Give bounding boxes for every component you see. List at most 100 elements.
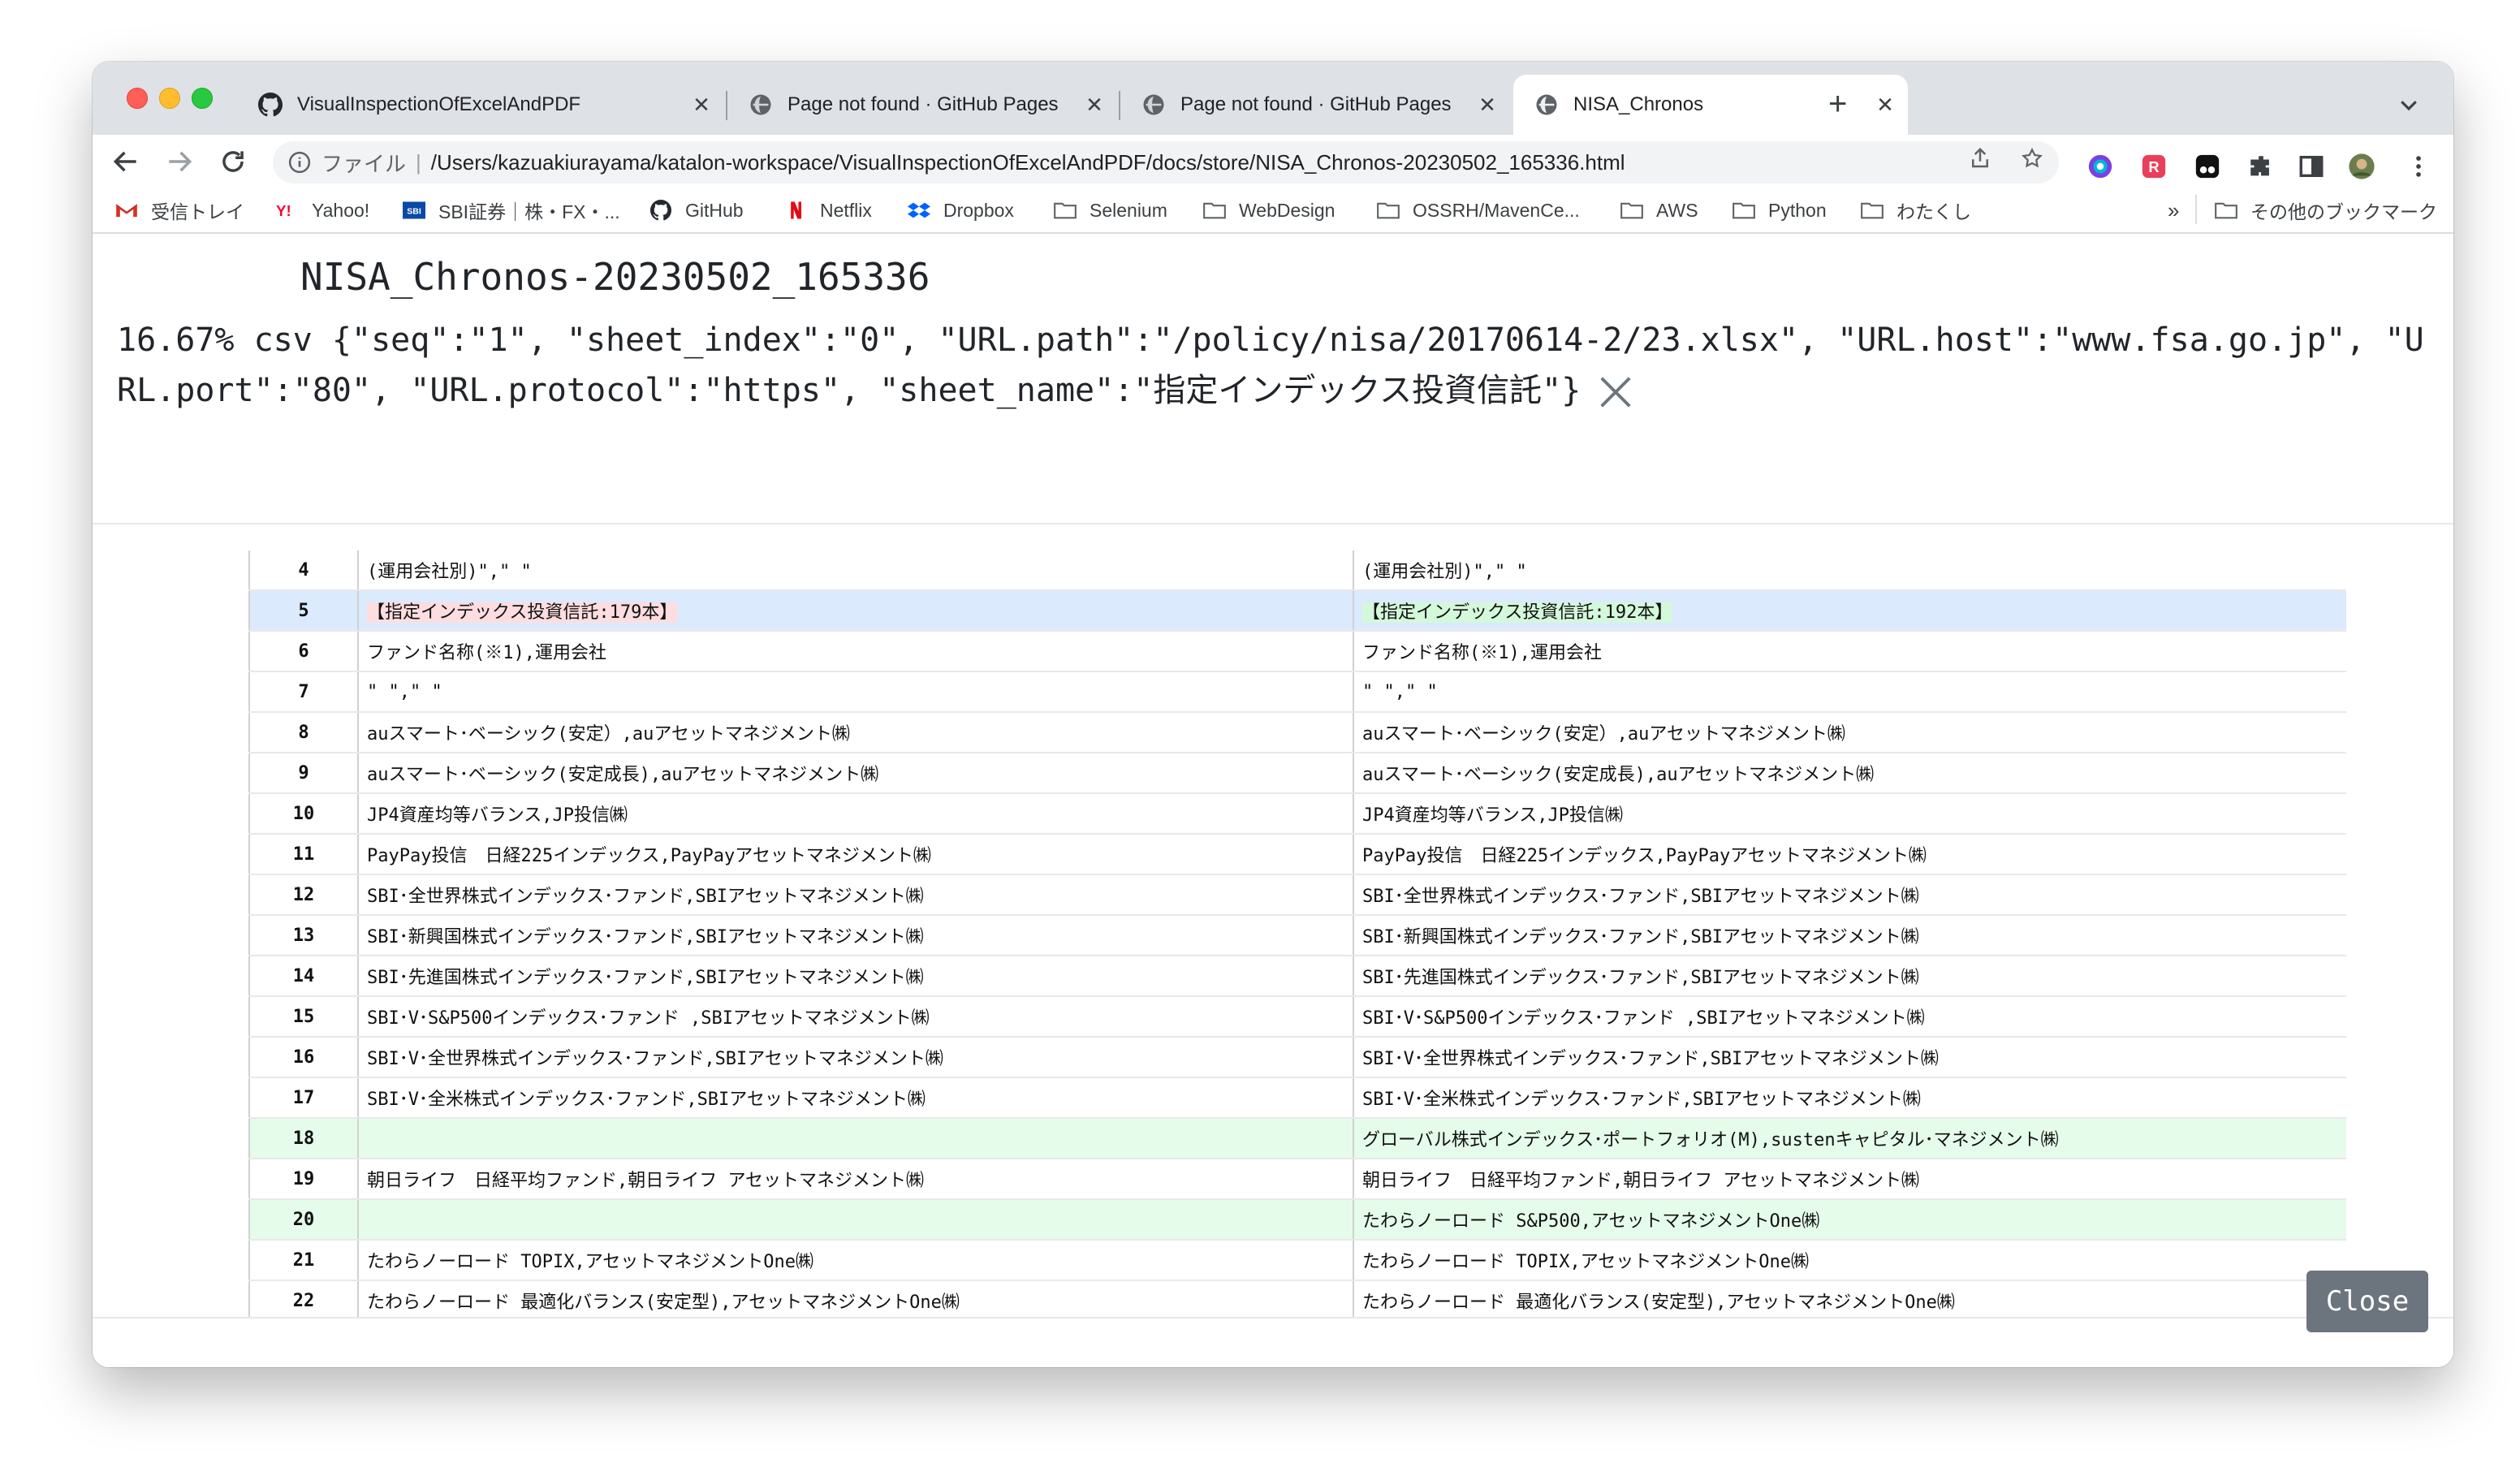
tab-close-icon[interactable]: ✕ — [1473, 93, 1502, 118]
minimize-window-button[interactable] — [159, 88, 180, 109]
diff-row: 9 auスマート･ベーシック(安定成長),auアセットマネジメント㈱ auスマート･… — [248, 753, 2346, 794]
row-number: 22 — [248, 1280, 359, 1318]
row-number: 21 — [248, 1240, 359, 1281]
bookmark-yahoo[interactable]: Y! Yahoo! — [276, 196, 369, 224]
folder-icon — [1377, 202, 1400, 219]
left-cell-text: たわらノーロード 最適化バランス(安定型),アセットマネジメントOne㈱ — [367, 1293, 960, 1313]
reload-icon[interactable] — [218, 146, 248, 177]
more-menu-icon[interactable] — [2405, 153, 2432, 180]
profile-avatar[interactable] — [2348, 153, 2375, 180]
right-cell-text: たわらノーロード S&P500,アセットマネジメントOne㈱ — [1362, 1211, 1820, 1232]
forward-arrow-icon[interactable] — [164, 146, 195, 177]
chevron-down-icon[interactable] — [2397, 93, 2421, 117]
info-icon[interactable] — [287, 150, 312, 175]
globe-icon — [1143, 94, 1164, 115]
row-number: 20 — [248, 1199, 359, 1241]
tab-close-icon[interactable]: ✕ — [1871, 93, 1900, 118]
row-number: 15 — [248, 996, 359, 1038]
right-cell: SBI･新興国株式インデックス･ファンド,SBIアセットマネジメント㈱ — [1353, 915, 2346, 956]
extensions-puzzle-icon[interactable] — [2247, 153, 2275, 180]
address-bar[interactable]: ファイル | /Users/kazuakiurayama/katalon-wor… — [273, 141, 2059, 183]
right-cell-text: SBI･V･全米株式インデックス･ファンド,SBIアセットマネジメント㈱ — [1362, 1090, 1921, 1110]
tab-close-icon[interactable]: ✕ — [1080, 93, 1109, 118]
row-number: 8 — [248, 712, 359, 753]
right-cell: SBI･V･全米株式インデックス･ファンド,SBIアセットマネジメント㈱ — [1353, 1077, 2346, 1119]
row-number: 18 — [248, 1118, 359, 1159]
diff-row: 18 グローバル株式インデックス･ポートフォリオ(M),sustenキャピタル･マ… — [248, 1118, 2346, 1159]
color-picker-extension-icon[interactable] — [2086, 153, 2114, 180]
close-button[interactable]: Close — [2306, 1271, 2428, 1332]
diff-summary-text: 16.67% csv {"seq":"1", "sheet_index":"0"… — [117, 322, 2424, 409]
bookmarks-overflow-button[interactable]: » — [2168, 196, 2179, 224]
tampermonkey-icon[interactable] — [2194, 153, 2221, 180]
diff-row: 13 SBI･新興国株式インデックス･ファンド,SBIアセットマネジメント㈱ SBI… — [248, 915, 2346, 956]
tab-close-icon[interactable]: ✕ — [687, 93, 716, 118]
left-cell: SBI･V･S&P500インデックス･ファンド ,SBIアセットマネジメント㈱ — [358, 996, 1354, 1038]
bookmark-inbox[interactable]: 受信トレイ — [115, 196, 244, 224]
right-cell-text: 【指定インデックス投資信託:192本】 — [1362, 602, 1673, 623]
recorder-extension-icon[interactable]: R — [2140, 153, 2168, 180]
bookmark-folder-selenium[interactable]: Selenium — [1054, 196, 1167, 224]
diff-row: 17 SBI･V･全米株式インデックス･ファンド,SBIアセットマネジメント㈱ SB… — [248, 1077, 2346, 1119]
right-cell-text: たわらノーロード 最適化バランス(安定型),アセットマネジメントOne㈱ — [1362, 1293, 1955, 1313]
folder-icon — [1054, 202, 1077, 219]
netflix-icon — [791, 201, 801, 219]
row-number: 4 — [248, 550, 359, 591]
left-cell: ファンド名称(※1),運用会社 — [358, 631, 1354, 672]
left-cell — [358, 1199, 1354, 1241]
close-x-icon[interactable] — [1597, 373, 1634, 411]
left-cell-text: SBI･V･全米株式インデックス･ファンド,SBIアセットマネジメント㈱ — [367, 1090, 926, 1110]
bookmark-folder-watakushi[interactable]: わたくし — [1861, 196, 1971, 224]
row-number: 17 — [248, 1077, 359, 1119]
right-cell: グローバル株式インデックス･ポートフォリオ(M),sustenキャピタル･マネジ… — [1353, 1118, 2346, 1159]
left-cell-text: SBI･新興国株式インデックス･ファンド,SBIアセットマネジメント㈱ — [367, 927, 924, 947]
folder-icon — [1620, 202, 1643, 219]
bookmark-folder-python[interactable]: Python — [1732, 196, 1827, 224]
page-title: NISA_Chronos-20230502_165336 — [300, 255, 930, 299]
bookmark-sbi[interactable]: SBI SBI証券｜株・FX・... — [403, 196, 620, 224]
share-icon[interactable] — [1968, 146, 1992, 170]
url-separator: | — [416, 149, 421, 175]
left-cell: 【指定インデックス投資信託:179本】 — [358, 590, 1354, 632]
bookmark-label: その他のブックマーク — [2250, 201, 2437, 222]
tab-nisa-chronos[interactable]: NISA_Chronos ✕ — [1513, 75, 1908, 135]
bookmark-folder-webdesign[interactable]: WebDesign — [1203, 196, 1335, 224]
back-arrow-icon[interactable] — [110, 146, 141, 177]
right-cell-text: auスマート･ベーシック(安定）,auアセットマネジメント㈱ — [1362, 724, 1845, 744]
svg-text:R: R — [2148, 158, 2159, 175]
right-cell: (運用会社別)"," " — [1353, 550, 2346, 591]
left-cell-text: 朝日ライフ 日経平均ファンド,朝日ライフ アセットマネジメント㈱ — [367, 1171, 925, 1191]
left-cell: たわらノーロード 最適化バランス(安定型),アセットマネジメントOne㈱ — [358, 1280, 1354, 1318]
tab-visualinspection[interactable]: VisualInspectionOfExcelAndPDF ✕ — [237, 75, 724, 135]
new-tab-button[interactable]: + — [1828, 88, 1847, 120]
github-icon — [650, 200, 671, 221]
bookmark-github[interactable]: GitHub — [649, 196, 744, 224]
bookmark-label: わたくし — [1896, 201, 1971, 222]
bookmark-folder-aws[interactable]: AWS — [1620, 196, 1698, 224]
bookmark-folder-other[interactable]: その他のブックマーク — [2215, 196, 2437, 224]
left-cell-text: auスマート･ベーシック(安定）,auアセットマネジメント㈱ — [367, 724, 850, 744]
row-number: 16 — [248, 1037, 359, 1078]
diff-row: 11 PayPay投信 日経225インデックス,PayPayアセットマネジメント㈱… — [248, 834, 2346, 875]
right-cell-text: SBI･V･S&P500インデックス･ファンド ,SBIアセットマネジメント㈱ — [1362, 1008, 1925, 1029]
side-panel-icon[interactable] — [2298, 153, 2325, 180]
right-cell-text: たわらノーロード TOPIX,アセットマネジメントOne㈱ — [1362, 1252, 1810, 1272]
right-cell-text: SBI･全世界株式インデックス･ファンド,SBIアセットマネジメント㈱ — [1362, 887, 1919, 907]
bookmark-dropbox[interactable]: Dropbox — [908, 196, 1014, 224]
bookmark-netflix[interactable]: Netflix — [784, 196, 872, 224]
tab-page-not-found-1[interactable]: Page not found · GitHub Pages ✕ — [727, 75, 1117, 135]
diff-table-container[interactable]: 4 (運用会社別)"," " (運用会社別)"," " 5 【指定インデックス投資信託:… — [248, 550, 2346, 1318]
tab-page-not-found-2[interactable]: Page not found · GitHub Pages ✕ — [1120, 75, 1510, 135]
right-cell: PayPay投信 日経225インデックス,PayPayアセットマネジメント㈱ — [1353, 834, 2346, 875]
diff-row: 8 auスマート･ベーシック(安定）,auアセットマネジメント㈱ auスマート･ベー… — [248, 712, 2346, 753]
right-cell: ファンド名称(※1),運用会社 — [1353, 631, 2346, 672]
bookmark-folder-ossrh[interactable]: OSSRH/MavenCe... — [1377, 196, 1580, 224]
right-cell-text: SBI･V･全世界株式インデックス･ファンド,SBIアセットマネジメント㈱ — [1362, 1049, 1939, 1069]
diff-row: 7 " "," " " "," " — [248, 671, 2346, 713]
bookmark-star-icon[interactable] — [2020, 146, 2044, 170]
globe-icon — [750, 94, 771, 115]
svg-text:SBI: SBI — [407, 207, 421, 217]
close-window-button[interactable] — [127, 88, 148, 109]
gmail-icon — [115, 204, 138, 218]
maximize-window-button[interactable] — [192, 88, 213, 109]
